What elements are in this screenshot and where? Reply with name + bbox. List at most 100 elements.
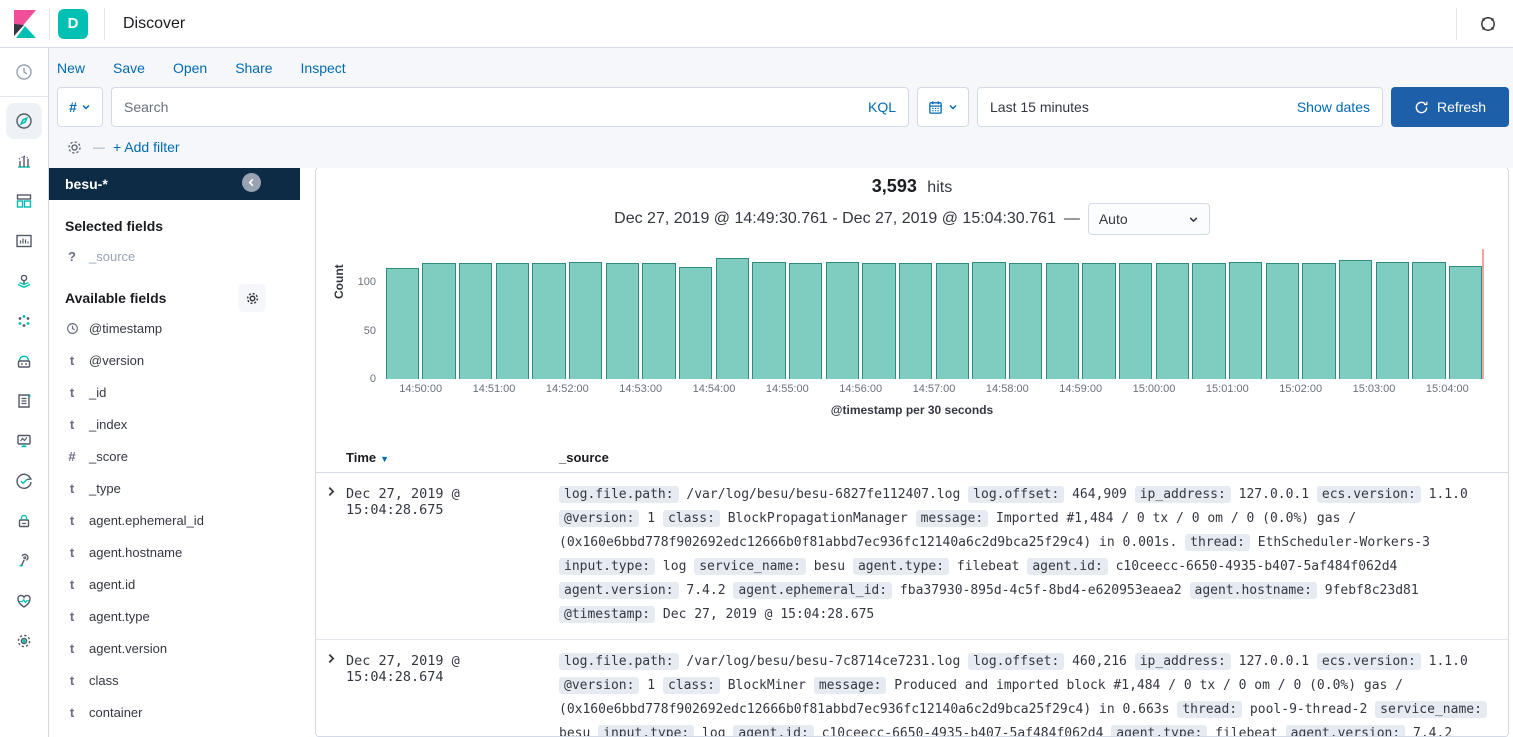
sidebar-item-visualize[interactable] [0, 141, 48, 181]
interval-value: Auto [1099, 211, 1128, 227]
kibana-logo-icon [11, 10, 39, 38]
save-button[interactable]: Save [113, 60, 145, 76]
filter-options-gear-icon[interactable] [63, 136, 85, 158]
field-item-agent.ephemeral_id[interactable]: tagent.ephemeral_id [49, 504, 300, 536]
sidebar-item-dashboard[interactable] [0, 181, 48, 221]
sidebar-item-dev-tools[interactable] [0, 541, 48, 581]
sidebar-item-maps[interactable] [0, 261, 48, 301]
histogram-chart[interactable]: Count 050100 14:50:0014:51:0014:52:0014:… [332, 249, 1492, 427]
field-item-container[interactable]: tcontainer [49, 696, 300, 728]
expand-doc-button[interactable] [316, 650, 346, 670]
histogram-bar[interactable] [1009, 263, 1043, 379]
share-button[interactable]: Share [235, 60, 272, 76]
source-field-value: BlockMiner [720, 678, 814, 693]
field-item-_type[interactable]: t_type [49, 472, 300, 504]
recently-viewed-icon[interactable] [0, 52, 48, 92]
sidebar-item-uptime[interactable] [0, 461, 48, 501]
show-dates-button[interactable]: Show dates [1297, 99, 1370, 115]
sidebar-item-discover[interactable] [0, 101, 48, 141]
histogram-bar[interactable] [1339, 260, 1373, 379]
new-button[interactable]: New [57, 60, 85, 76]
histogram-bar[interactable] [899, 263, 933, 379]
histogram-bar[interactable] [972, 262, 1006, 379]
histogram-bar[interactable] [1302, 263, 1336, 379]
interval-select[interactable]: Auto [1088, 203, 1210, 235]
histogram-bar[interactable] [1156, 263, 1190, 379]
x-tick-label: 14:59:00 [1059, 383, 1102, 395]
sidebar-item-management[interactable] [0, 621, 48, 661]
query-bar: # KQL Last 15 minutes Show dates Refresh [49, 84, 1513, 128]
field-settings-gear-icon[interactable] [238, 284, 266, 312]
search-bar[interactable]: KQL [111, 87, 909, 127]
refresh-button[interactable]: Refresh [1391, 87, 1509, 127]
histogram-bar[interactable] [1412, 262, 1446, 379]
app-switcher-icon[interactable] [1471, 7, 1505, 41]
histogram-bar[interactable] [532, 263, 566, 379]
sidebar-item-machine-learning[interactable] [0, 301, 48, 341]
histogram-bar[interactable] [1046, 263, 1080, 379]
time-column-header[interactable]: Time▼ [346, 450, 559, 465]
kql-language-button[interactable]: KQL [868, 99, 896, 115]
kibana-logo[interactable] [0, 0, 49, 47]
sidebar-item-apm[interactable] [0, 341, 48, 381]
histogram-bar[interactable] [679, 267, 713, 379]
field-item-@timestamp[interactable]: @timestamp [49, 312, 300, 344]
histogram-bar[interactable] [789, 263, 823, 379]
add-filter-button[interactable]: + Add filter [113, 139, 180, 155]
search-input[interactable] [124, 99, 860, 115]
saved-query-menu-button[interactable]: # [57, 87, 103, 127]
field-item-agent.type[interactable]: tagent.type [49, 600, 300, 632]
sidebar-item-logs[interactable] [0, 381, 48, 421]
sort-desc-icon[interactable]: ▼ [380, 454, 389, 464]
sidebar-item-metrics[interactable] [0, 421, 48, 461]
histogram-bar[interactable] [716, 258, 750, 379]
refresh-icon [1414, 100, 1429, 115]
histogram-bar[interactable] [826, 262, 860, 379]
histogram-bar[interactable] [1229, 262, 1263, 379]
histogram-bar[interactable] [1449, 266, 1483, 379]
histogram-bar[interactable] [459, 263, 493, 379]
histogram-bar[interactable] [1082, 263, 1116, 379]
x-tick-label: 14:54:00 [693, 383, 736, 395]
histogram-bar[interactable] [1266, 263, 1300, 379]
x-tick-label: 15:03:00 [1353, 383, 1396, 395]
field-item-class[interactable]: tclass [49, 664, 300, 696]
histogram-bar[interactable] [496, 263, 530, 379]
histogram-bar[interactable] [642, 263, 676, 379]
discover-app-badge[interactable]: D [58, 9, 88, 39]
source-field-key: input.type: [559, 558, 655, 575]
histogram-bar[interactable] [1192, 263, 1226, 379]
sidebar-item-canvas[interactable] [0, 221, 48, 261]
field-item-agent.hostname[interactable]: tagent.hostname [49, 536, 300, 568]
sidebar-item-stack-monitoring[interactable] [0, 581, 48, 621]
histogram-bar[interactable] [422, 263, 456, 379]
date-range-value[interactable]: Last 15 minutes [990, 99, 1089, 115]
field-item-_index[interactable]: t_index [49, 408, 300, 440]
open-button[interactable]: Open [173, 60, 207, 76]
source-field-value: besu [559, 726, 598, 737]
field-item-_id[interactable]: t_id [49, 376, 300, 408]
date-quick-select-button[interactable] [917, 87, 969, 127]
histogram-bar[interactable] [1119, 263, 1153, 379]
histogram-bar[interactable] [569, 262, 603, 379]
source-field-key: log.offset: [968, 486, 1064, 503]
histogram-bar[interactable] [752, 262, 786, 379]
field-item-_source[interactable]: ?_source [49, 240, 300, 272]
collapse-sidebar-button[interactable] [242, 173, 261, 192]
field-item-@version[interactable]: t@version [49, 344, 300, 376]
index-pattern-selector[interactable]: besu-* [49, 168, 300, 200]
histogram-bar[interactable] [1376, 262, 1410, 379]
histogram-bar[interactable] [386, 268, 420, 379]
sidebar-item-siem[interactable] [0, 501, 48, 541]
source-field-value: 1 [639, 511, 662, 526]
field-item-_score[interactable]: #_score [49, 440, 300, 472]
expand-doc-button[interactable] [316, 483, 346, 503]
histogram-bar[interactable] [606, 263, 640, 379]
inspect-button[interactable]: Inspect [301, 60, 346, 76]
field-item-agent.version[interactable]: tagent.version [49, 632, 300, 664]
field-item-agent.id[interactable]: tagent.id [49, 568, 300, 600]
histogram-bar[interactable] [862, 263, 896, 379]
date-range-picker[interactable]: Last 15 minutes Show dates [977, 87, 1383, 127]
text-field-icon: t [65, 513, 79, 528]
histogram-bar[interactable] [936, 263, 970, 379]
